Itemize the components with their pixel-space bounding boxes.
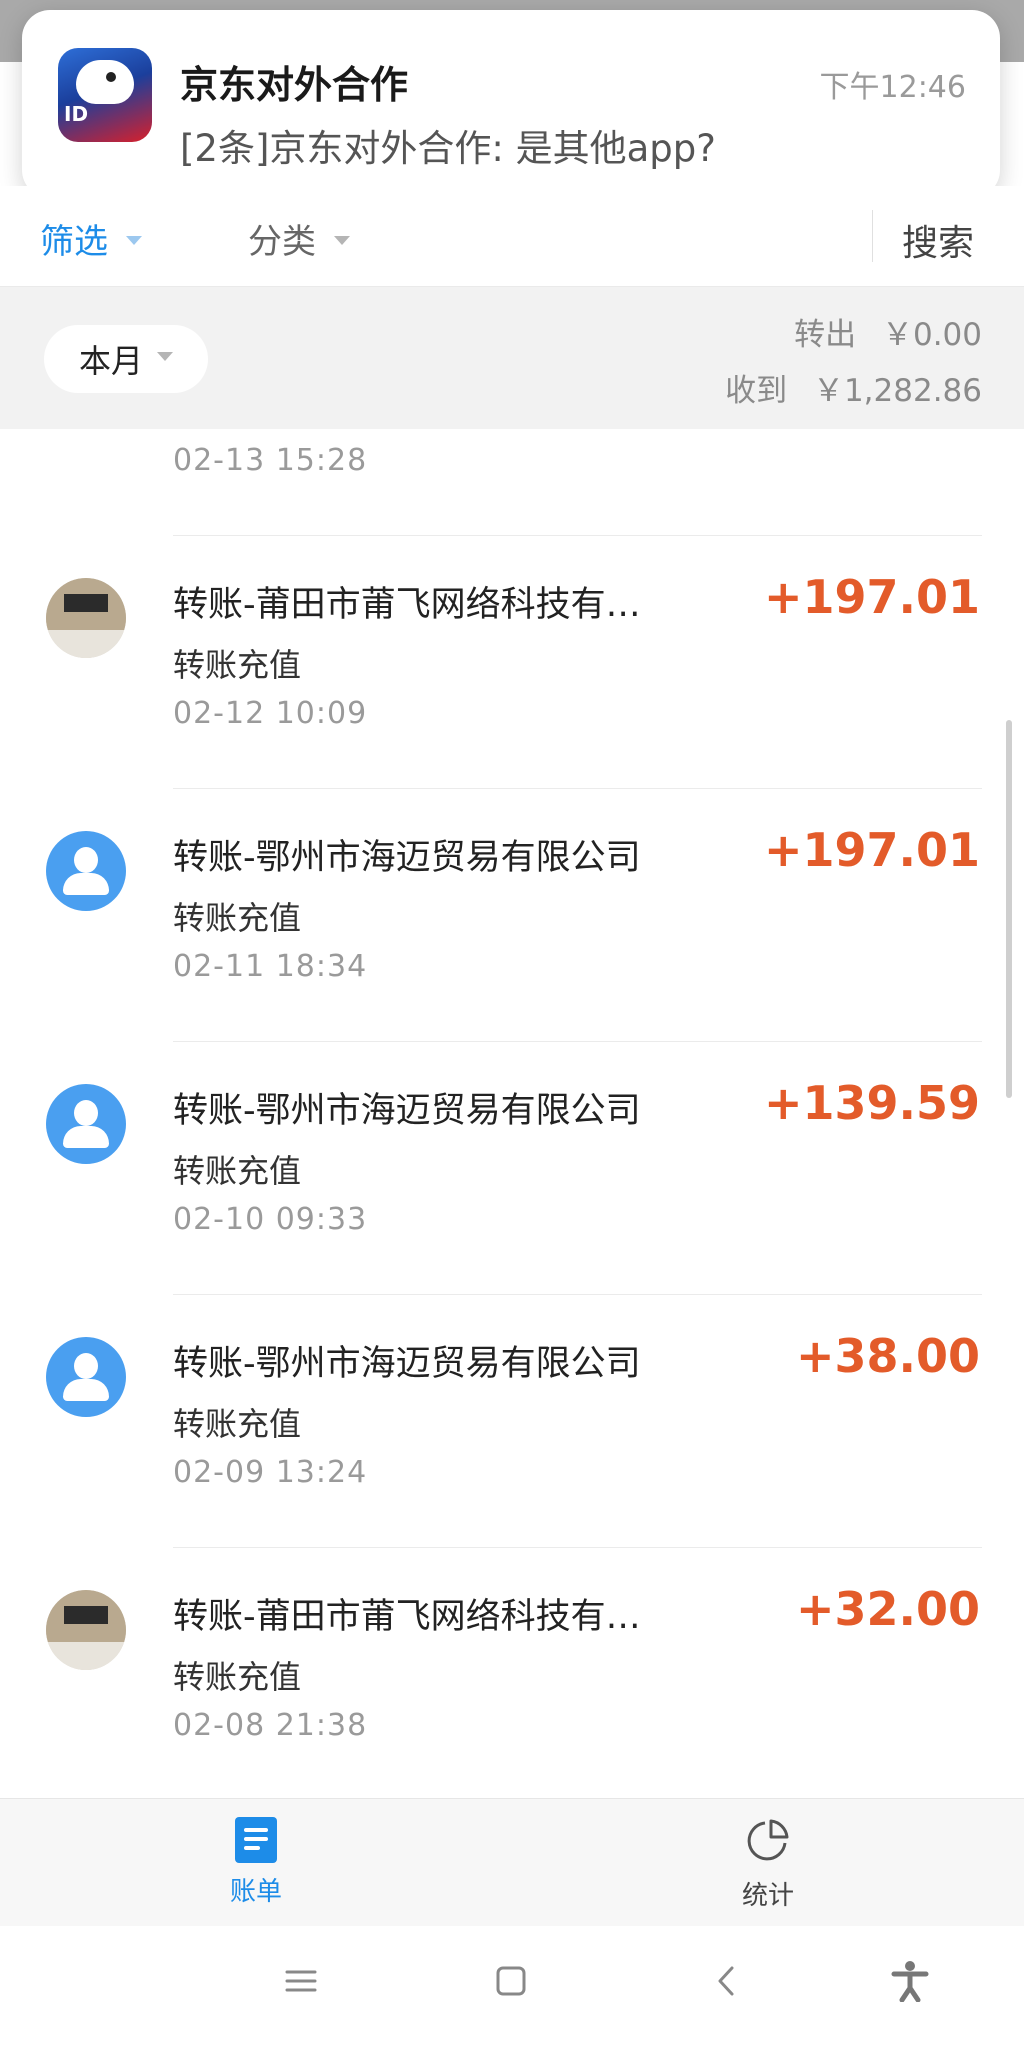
transaction-amount: +197.01 bbox=[763, 823, 980, 877]
transaction-amount: +197.01 bbox=[763, 570, 980, 624]
default-user-avatar bbox=[46, 1337, 126, 1417]
transaction-title: 转账-鄂州市海迈贸易有限公司 bbox=[173, 1344, 641, 1384]
transaction-time: 02-09 13:24 bbox=[173, 1455, 368, 1490]
in-value: ￥1,282.86 bbox=[812, 373, 982, 409]
app-icon-text: ID bbox=[64, 102, 89, 126]
transaction-time: 02-12 10:09 bbox=[173, 696, 368, 731]
transaction-title: 转账-鄂州市海迈贸易有限公司 bbox=[173, 1091, 641, 1131]
filter-bar: 筛选 分类 搜索 bbox=[0, 186, 1024, 287]
transaction-list[interactable]: 转账充值 02-13 15:28 转账-莆田市莆飞网络科技有… 转账充值 02-12 1… bbox=[0, 430, 1024, 1798]
notification-message: [2条]京东对外合作: 是其他app? bbox=[180, 127, 716, 170]
transaction-time: 02-08 21:38 bbox=[173, 1708, 368, 1743]
month-label: 本月 bbox=[78, 342, 143, 380]
chevron-down-icon bbox=[157, 351, 173, 361]
in-label: 收到 bbox=[725, 373, 788, 409]
transaction-subtitle: 转账充值 bbox=[173, 1152, 302, 1190]
notification-title: 京东对外合作 bbox=[180, 63, 409, 107]
transaction-row[interactable]: 转账-鄂州市海迈贸易有限公司 转账充值 02-09 13:24 +38.00 bbox=[0, 1295, 1024, 1548]
transaction-title: 转账-鄂州市海迈贸易有限公司 bbox=[173, 838, 641, 878]
chevron-down-icon bbox=[126, 236, 142, 245]
notification-time: 下午12:46 bbox=[819, 70, 966, 105]
app-icon: ID bbox=[58, 48, 152, 142]
transaction-amount: +32.00 bbox=[795, 1582, 980, 1636]
transaction-title: 转账-莆田市莆飞网络科技有… bbox=[173, 1597, 641, 1637]
transaction-row[interactable]: 转账-鄂州市海迈贸易有限公司 转账充值 02-10 09:33 +139.59 bbox=[0, 1042, 1024, 1295]
home-square-icon[interactable] bbox=[494, 1964, 528, 1998]
transaction-subtitle: 转账充值 bbox=[173, 1658, 302, 1696]
category-label: 分类 bbox=[248, 222, 316, 262]
tab-stats[interactable]: 统计 bbox=[688, 1817, 848, 1912]
transaction-subtitle: 转账充值 bbox=[173, 430, 301, 433]
tab-bill-label: 账单 bbox=[229, 1877, 282, 1907]
transaction-time: 02-10 09:33 bbox=[173, 1202, 368, 1237]
out-value: ￥0.00 bbox=[881, 317, 982, 353]
accessibility-icon[interactable] bbox=[890, 1960, 930, 2002]
notes-icon bbox=[235, 1817, 277, 1863]
out-label: 转出 bbox=[794, 317, 857, 353]
default-user-avatar bbox=[46, 1084, 126, 1164]
transaction-time: 02-13 15:28 bbox=[173, 443, 368, 478]
chevron-down-icon bbox=[334, 236, 350, 245]
transaction-time: 02-11 18:34 bbox=[173, 949, 368, 984]
transaction-amount: +38.00 bbox=[795, 1329, 980, 1383]
menu-icon[interactable] bbox=[284, 1964, 318, 1998]
transaction-row[interactable]: 转账-莆田市莆飞网络科技有… 转账充值 02-12 10:09 +197.01 bbox=[0, 536, 1024, 789]
transaction-row[interactable]: 转账充值 02-13 15:28 bbox=[0, 430, 1024, 536]
notification-card[interactable]: ID 京东对外合作 下午12:46 [2条]京东对外合作: 是其他app? bbox=[22, 10, 1000, 198]
merchant-photo-avatar bbox=[46, 578, 126, 658]
back-chevron-icon[interactable] bbox=[710, 1964, 744, 1998]
in-total: 收到 ￥1,282.86 bbox=[725, 365, 982, 410]
transaction-subtitle: 转账充值 bbox=[173, 646, 302, 684]
tab-stats-label: 统计 bbox=[741, 1881, 794, 1911]
month-summary: 本月 转出 ￥0.00 收到 ￥1,282.86 bbox=[0, 287, 1024, 429]
scrollbar[interactable] bbox=[1006, 720, 1012, 1098]
transaction-subtitle: 转账充值 bbox=[173, 899, 302, 937]
filter-dropdown[interactable]: 筛选 bbox=[40, 214, 142, 263]
divider bbox=[872, 210, 873, 262]
out-total: 转出 ￥0.00 bbox=[794, 309, 982, 354]
transaction-subtitle: 转账充值 bbox=[173, 1405, 302, 1443]
merchant-photo-avatar bbox=[46, 1590, 126, 1670]
dog-eye bbox=[106, 72, 116, 82]
transaction-amount: +139.59 bbox=[763, 1076, 980, 1130]
dog-mascot-icon bbox=[76, 60, 134, 104]
default-user-avatar bbox=[46, 831, 126, 911]
bottom-tab-bar: 账单 统计 bbox=[0, 1798, 1024, 1927]
month-selector[interactable]: 本月 bbox=[44, 325, 208, 393]
search-button[interactable]: 搜索 bbox=[902, 214, 974, 266]
filter-label: 筛选 bbox=[40, 222, 108, 262]
transaction-row[interactable]: 转账-鄂州市海迈贸易有限公司 转账充值 02-11 18:34 +197.01 bbox=[0, 789, 1024, 1042]
pie-chart-icon bbox=[747, 1819, 789, 1861]
transaction-title: 转账-莆田市莆飞网络科技有… bbox=[173, 585, 641, 625]
system-nav-bar bbox=[0, 1926, 1024, 2048]
tab-bill[interactable]: 账单 bbox=[176, 1817, 336, 1908]
transaction-row[interactable]: 转账-莆田市莆飞网络科技有… 转账充值 02-08 21:38 +32.00 bbox=[0, 1548, 1024, 1798]
category-dropdown[interactable]: 分类 bbox=[248, 214, 350, 263]
